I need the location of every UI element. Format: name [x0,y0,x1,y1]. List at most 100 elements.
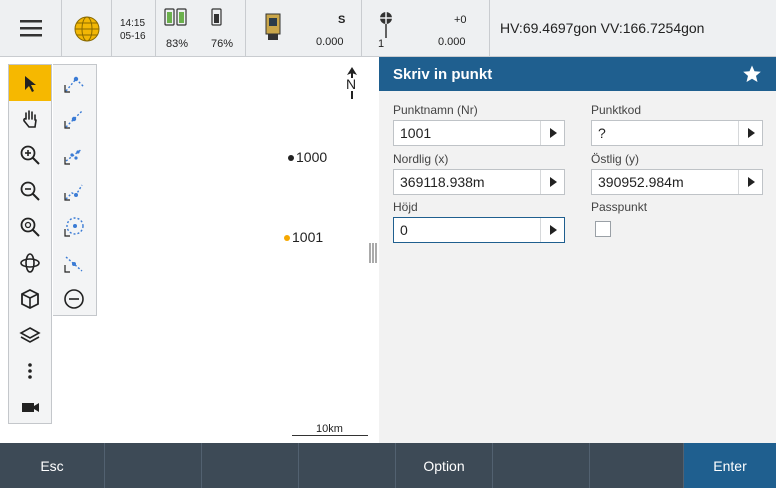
star-icon[interactable] [742,64,762,84]
menu-button[interactable] [0,0,62,57]
select-mode-4[interactable] [53,173,95,209]
softkey-bar: Esc Option Enter [0,443,776,488]
angle-readout: HV:69.4697gon VV:166.7254gon [500,20,705,36]
cube-icon [21,288,39,310]
nordlig-input[interactable] [394,170,564,194]
scale-bar [292,435,368,436]
triangle-right-icon [747,128,755,138]
hojd-label: Höjd [393,200,418,214]
triangle-right-icon [747,177,755,187]
select-mode-3[interactable] [53,137,95,173]
target-value: 0.000 [438,36,466,48]
layers-tool[interactable] [9,317,51,353]
softkey-6[interactable] [493,443,590,488]
form-panel: Skriv in punkt Punktnamn (Nr) Punktkod N… [379,57,776,443]
hand-icon [23,110,37,128]
punktnamn-field [393,120,565,146]
zoom-in-icon [20,145,40,165]
panel-resize-handle[interactable] [368,241,378,265]
ostlig-field [591,169,763,195]
select-line-icon [64,110,83,129]
ostlig-menu-button[interactable] [738,170,762,194]
view-3d-tool[interactable] [9,281,51,317]
softkey-4[interactable] [299,443,396,488]
video-tool[interactable] [9,389,51,425]
punktkod-input[interactable] [592,121,762,145]
point-marker-selected [284,235,290,242]
select-mode-5[interactable] [53,209,95,245]
total-station-icon [265,13,281,40]
orbit-tool[interactable] [9,245,51,281]
point-marker [288,155,294,162]
form-header: Skriv in punkt [379,57,776,91]
target-height-label: 1 [378,38,385,50]
zoom-out-icon [20,181,40,201]
point-label: 1001 [292,229,324,245]
punktkod-menu-button[interactable] [738,121,762,145]
nordlig-menu-button[interactable] [540,170,564,194]
punktnamn-input[interactable] [394,121,564,145]
zoom-out-tool[interactable] [9,173,51,209]
esc-button[interactable]: Esc [0,443,105,488]
video-camera-icon [22,403,39,412]
more-vertical-icon [28,363,32,379]
hojd-menu-button[interactable] [540,218,564,242]
triangle-right-icon [549,128,557,138]
punktkod-label: Punktkod [591,103,642,117]
passpunkt-checkbox[interactable] [595,221,611,237]
instrument-status[interactable]: S 0.000 [246,0,362,57]
target-status[interactable]: 1 +0 0.000 [362,0,490,57]
punktkod-field [591,120,763,146]
globe-icon [74,16,100,42]
point-label: 1000 [296,149,328,165]
option-button[interactable]: Option [396,443,493,488]
more-tool[interactable] [9,353,51,389]
punktnamn-menu-button[interactable] [540,121,564,145]
select-mode-1[interactable] [53,65,95,101]
punktnamn-label: Punktnamn (Nr) [393,103,478,117]
triangle-right-icon [549,177,557,187]
triangle-right-icon [549,225,557,235]
pan-tool[interactable] [9,101,51,137]
north-label: N [346,76,357,92]
select-point-icon [64,76,85,93]
hojd-input[interactable] [394,218,564,242]
battery-icon [211,8,222,26]
hojd-field [393,217,565,243]
select-mode-6[interactable] [53,245,95,281]
ostlig-input[interactable] [592,170,762,194]
enter-button[interactable]: Enter [684,443,776,488]
map-point-1000[interactable]: 1000 [288,149,327,165]
station-s-label: S [338,14,346,26]
select-polyline-icon [64,184,83,201]
hamburger-icon [20,20,42,37]
job-button[interactable] [62,0,112,57]
select-tool[interactable] [9,65,51,101]
zoom-in-tool[interactable] [9,137,51,173]
zoom-extents-icon [20,217,40,237]
selection-toolbar [53,64,97,316]
battery1-percent: 83% [166,38,189,50]
select-area-icon [64,148,83,165]
status-bar: 14:15 05-16 83% 76% S 0.000 1 +0 0.000 H… [0,0,776,57]
select-mode-2[interactable] [53,101,95,137]
datetime-display: 14:15 05-16 [112,0,156,57]
clear-selection-tool[interactable] [53,281,95,317]
map-toolbar [8,64,52,424]
battery2-percent: 76% [211,38,234,50]
nordlig-label: Nordlig (x) [393,152,449,166]
layers-icon [19,327,41,343]
target-plus: +0 [454,14,467,26]
battery-status[interactable]: 83% 76% [156,0,246,57]
scale-label: 10km [316,423,343,435]
cursor-icon [25,76,36,92]
softkey-7[interactable] [590,443,684,488]
minus-circle-icon [64,289,84,309]
orbit-icon [20,253,40,273]
softkey-3[interactable] [202,443,299,488]
map-point-1001[interactable]: 1001 [284,229,323,245]
zoom-extents-tool[interactable] [9,209,51,245]
date-text: 05-16 [120,31,146,42]
softkey-2[interactable] [105,443,202,488]
ostlig-label: Östlig (y) [591,152,639,166]
